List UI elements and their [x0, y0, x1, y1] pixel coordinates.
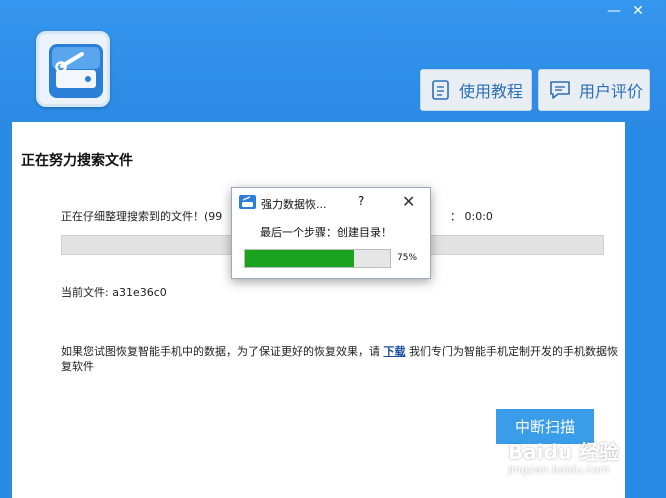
comment-icon	[550, 81, 570, 99]
app-logo	[36, 31, 110, 107]
user-review-button-label: 用户评价	[579, 82, 644, 101]
dialog-title-bar: 强力数据恢... ? ✕	[232, 188, 430, 216]
tutorial-button[interactable]: 使用教程	[420, 69, 532, 111]
close-button[interactable]: ✕	[627, 2, 649, 20]
hard-drive-wrench-icon	[49, 44, 103, 98]
dialog-progress-fill	[245, 250, 354, 267]
dialog-progress-percent: 75%	[397, 253, 418, 263]
document-icon	[432, 80, 449, 100]
elapsed-time-text: ： 0:0:0	[450, 210, 493, 223]
current-file-text: 当前文件: a31e36c0	[61, 286, 167, 299]
download-link[interactable]: 下载	[384, 345, 406, 358]
dialog-title: 强力数据恢...	[261, 198, 327, 211]
user-review-button[interactable]: 用户评价	[538, 69, 650, 111]
tutorial-button-label: 使用教程	[459, 82, 524, 101]
dialog-help-button[interactable]: ?	[358, 194, 364, 208]
watermark-brand: Baidu 经验	[508, 440, 620, 464]
page-title: 正在努力搜索文件	[21, 153, 133, 169]
minimize-button[interactable]: —	[603, 2, 625, 20]
watermark-url: jingyan.baidu.com	[508, 463, 610, 476]
smartphone-notice: 如果您试图恢复智能手机中的数据，为了保证更好的恢复效果，请 下载 我们专门为智能…	[61, 344, 621, 374]
dialog-close-button[interactable]: ✕	[402, 192, 415, 211]
watermark: Baidu 经验 jingyan.baidu.com	[508, 436, 619, 476]
progress-dialog: 强力数据恢... ? ✕ 最后一个步骤：创建目录！ 75%	[231, 187, 431, 279]
notice-text-before: 如果您试图恢复智能手机中的数据，为了保证更好的恢复效果，请	[61, 345, 384, 358]
dialog-message: 最后一个步骤：创建目录！	[260, 226, 392, 239]
sorting-status-text: 正在仔细整理搜索到的文件！(99	[61, 210, 223, 223]
app-icon	[239, 195, 256, 209]
dialog-progress-bar	[244, 249, 391, 268]
